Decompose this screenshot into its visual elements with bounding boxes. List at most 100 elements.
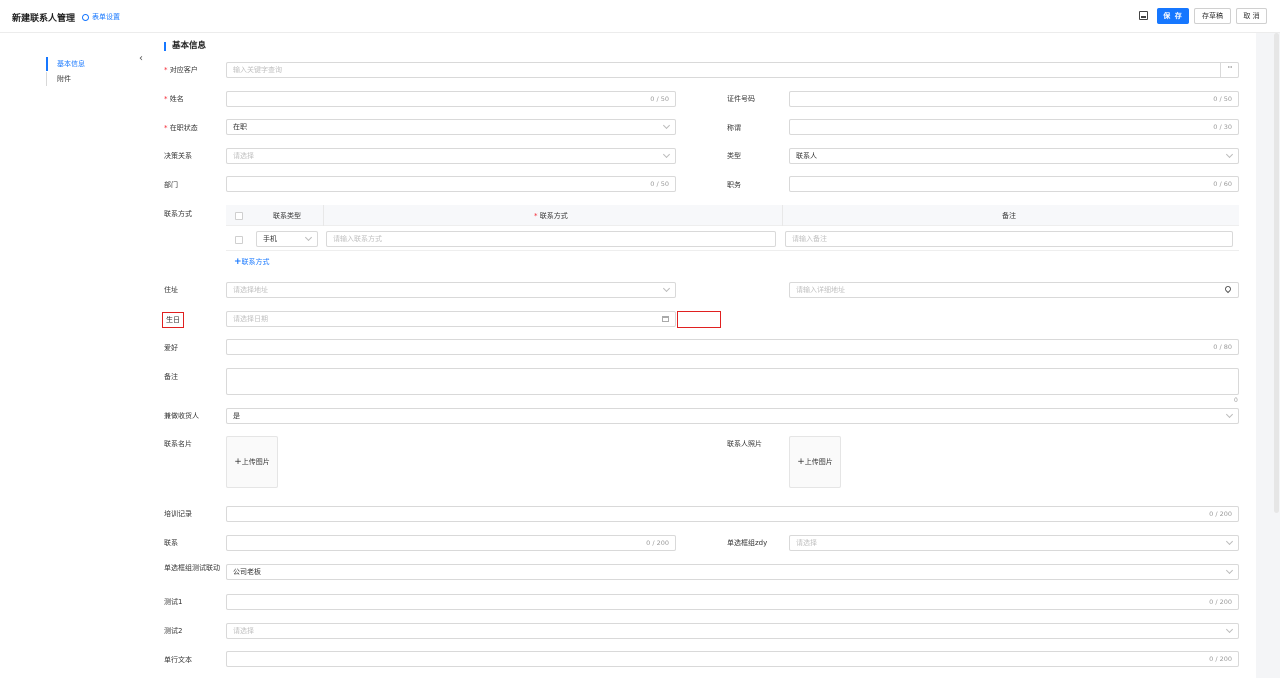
save-draft-button[interactable]: 存草稿 (1194, 8, 1231, 24)
chevron-down-icon (1225, 537, 1234, 546)
page-scrollbar[interactable] (1274, 33, 1279, 513)
test1-count: 0 / 200 (1209, 598, 1232, 606)
remark-textarea[interactable] (226, 368, 1239, 395)
save-draft-icon[interactable] (1139, 11, 1148, 20)
status-label: 在职状态 (164, 124, 198, 133)
customer-input[interactable]: 输入关键字查询 ··· (226, 62, 1239, 78)
radio-linkage-select[interactable]: 公司老板 (226, 564, 1239, 580)
select-all-checkbox[interactable] (235, 212, 243, 220)
decision-placeholder: 请选择 (233, 152, 254, 160)
honorific-input[interactable]: 0 / 30 (789, 119, 1239, 135)
radio-zdy-label: 单选框组zdy (727, 539, 768, 547)
save-button[interactable]: 保 存 (1157, 8, 1189, 24)
contact-table: 联系类型 联系方式 备注 手机 请输入联系方式 请输入备注 (226, 205, 1239, 251)
single-text-input[interactable]: 0 / 200 (226, 651, 1239, 667)
radio-zdy-placeholder: 请选择 (796, 539, 817, 547)
top-header: 新建联系人管理 表单设置 保 存 存草稿 取 消 (0, 0, 1280, 33)
contact-note-input[interactable]: 请输入备注 (785, 231, 1233, 247)
address-detail-input[interactable]: 请输入详细地址 (789, 282, 1239, 298)
idno-label: 证件号码 (727, 95, 755, 103)
chevron-down-icon (662, 150, 671, 159)
add-contact-label: 联系方式 (241, 258, 270, 266)
cancel-button[interactable]: 取 消 (1236, 8, 1267, 24)
highlight-box (677, 311, 721, 328)
receiver-label: 兼做收货人 (164, 412, 199, 420)
contact-note-placeholder: 请输入备注 (792, 235, 827, 243)
test2-select[interactable]: 请选择 (226, 623, 1239, 639)
address-select[interactable]: 请选择地址 (226, 282, 676, 298)
test1-input[interactable]: 0 / 200 (226, 594, 1239, 610)
name-label: 姓名 (164, 95, 184, 104)
type-select[interactable]: 联系人 (789, 148, 1239, 164)
dept-count: 0 / 50 (650, 180, 669, 188)
chevron-down-icon (662, 284, 671, 293)
contact-type-value: 手机 (263, 235, 277, 243)
receiver-value: 是 (233, 412, 240, 420)
customer-label: 对应客户 (164, 66, 198, 75)
sidebar-item-attachment[interactable]: 附件 (46, 72, 71, 86)
receiver-select[interactable]: 是 (226, 408, 1239, 424)
contact-value-input[interactable]: 请输入联系方式 (326, 231, 776, 247)
page-title: 新建联系人管理 (12, 14, 76, 24)
training-input[interactable]: 0 / 200 (226, 506, 1239, 522)
contact-table-header: 联系类型 联系方式 备注 (226, 205, 1239, 226)
position-label: 职务 (727, 181, 741, 189)
location-pin-icon[interactable] (1223, 284, 1233, 294)
photo-label: 联系人照片 (727, 440, 762, 448)
contact-type-header: 联系类型 (273, 212, 301, 220)
anchor-sidebar: 基本信息 附件 ‹ (0, 33, 148, 678)
training-label: 培训记录 (164, 510, 192, 518)
form-main: 基本信息 对应客户 输入关键字查询 ··· 姓名 0 / 50 证件号码 0 /… (148, 33, 1256, 678)
dept-input[interactable]: 0 / 50 (226, 176, 676, 192)
gear-icon (82, 13, 89, 21)
name-input[interactable]: 0 / 50 (226, 91, 676, 107)
photo-upload[interactable]: + 上传图片 (789, 436, 841, 488)
single-text-count: 0 / 200 (1209, 655, 1232, 663)
sidebar-item-basic-info[interactable]: 基本信息 (46, 57, 85, 71)
remark-label: 备注 (164, 373, 178, 381)
row-checkbox[interactable] (235, 236, 243, 244)
calendar-icon (662, 316, 669, 322)
hobby-input[interactable]: 0 / 80 (226, 339, 1239, 355)
hobby-count: 0 / 80 (1213, 343, 1232, 351)
card-label: 联系名片 (164, 440, 192, 448)
honorific-count: 0 / 30 (1213, 123, 1232, 131)
decision-select[interactable]: 请选择 (226, 148, 676, 164)
birthday-picker[interactable]: 请选择日期 (226, 311, 676, 327)
more-icon[interactable]: ··· (1220, 63, 1238, 77)
test2-label: 测试2 (164, 627, 183, 635)
remark-count: 0 (1234, 397, 1238, 404)
link-label: 联系 (164, 539, 178, 547)
status-value: 在职 (233, 123, 247, 131)
contact-type-select[interactable]: 手机 (256, 231, 318, 247)
contact-note-header: 备注 (1002, 212, 1016, 220)
type-label: 类型 (727, 152, 741, 160)
card-upload[interactable]: + 上传图片 (226, 436, 278, 488)
form-settings-link[interactable]: 表单设置 (82, 12, 120, 22)
test1-label: 测试1 (164, 598, 183, 606)
idno-count: 0 / 50 (1213, 95, 1232, 103)
link-count: 0 / 200 (646, 539, 669, 547)
contact-value-placeholder: 请输入联系方式 (333, 235, 382, 243)
customer-placeholder: 输入关键字查询 (233, 66, 282, 74)
chevron-down-icon (304, 233, 313, 242)
photo-upload-label: 上传图片 (804, 458, 833, 466)
honorific-label: 称谓 (727, 124, 741, 132)
collapse-chevron-icon[interactable]: ‹ (139, 53, 143, 64)
address-label: 住址 (164, 286, 178, 294)
add-contact-link[interactable]: +联系方式 (234, 257, 270, 267)
chevron-down-icon (1225, 566, 1234, 575)
status-select[interactable]: 在职 (226, 119, 676, 135)
radio-linkage-label: 单选框组测试联动 (164, 564, 220, 572)
contact-label: 联系方式 (164, 210, 192, 218)
decision-label: 决策关系 (164, 152, 192, 160)
idno-input[interactable]: 0 / 50 (789, 91, 1239, 107)
chevron-down-icon (1225, 150, 1234, 159)
radio-zdy-select[interactable]: 请选择 (789, 535, 1239, 551)
chevron-down-icon (662, 121, 671, 130)
position-input[interactable]: 0 / 60 (789, 176, 1239, 192)
dept-label: 部门 (164, 181, 178, 189)
card-upload-label: 上传图片 (241, 458, 270, 466)
chevron-down-icon (1225, 410, 1234, 419)
link-input[interactable]: 0 / 200 (226, 535, 676, 551)
